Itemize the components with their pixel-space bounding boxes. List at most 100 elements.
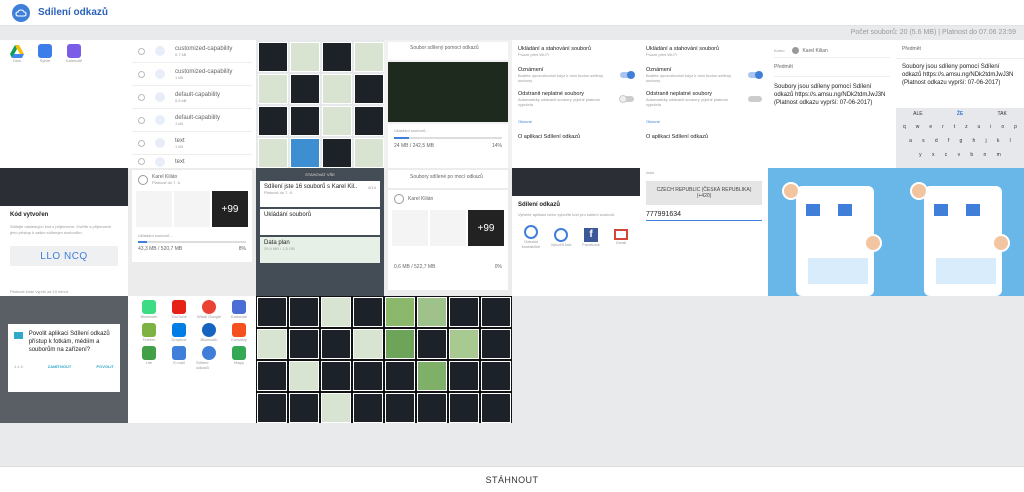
thumbnail-share-sheet[interactable]: Sdílení odkazů Vyberte aplikaci nebo vyt… (512, 168, 640, 296)
thumbnail-code-created[interactable]: Kód vytvořen Sdílejte následující kód s … (0, 168, 128, 296)
phone-input[interactable]: 777991634 (646, 209, 762, 221)
checkbox (138, 116, 145, 124)
thumbnail-photo-grid-mixed[interactable] (384, 296, 512, 423)
file-icon (155, 46, 165, 56)
share-info: Počet souborů: 20 (5.6 MB) | Platnost do… (851, 29, 1016, 36)
key-p[interactable]: p (1014, 124, 1017, 130)
key-m[interactable]: m (997, 152, 1001, 158)
key-h[interactable]: h (973, 138, 976, 144)
key-z[interactable]: z (965, 124, 968, 130)
notification-item[interactable]: Ukládání souborů (260, 209, 380, 235)
allow-button[interactable]: POVOLIT (96, 364, 114, 369)
key-x[interactable]: x (932, 152, 935, 158)
key-a[interactable]: a (909, 138, 912, 144)
share-app-contacts[interactable]: Odeslat kontaktům (518, 225, 544, 249)
avatar (138, 174, 148, 185)
video-preview (388, 62, 508, 122)
file-icon (155, 69, 165, 79)
thumbnail-permission-dialog[interactable]: Povolit aplikaci Sdílení odkazů přístup … (0, 296, 128, 423)
key-v[interactable]: v (958, 152, 961, 158)
share-app-facebook[interactable]: f Facebook (578, 227, 604, 247)
notification-toggle[interactable] (620, 71, 635, 79)
thumbnail-app-icons[interactable]: Disk Sylvie Kalendář (0, 40, 128, 168)
checkbox (138, 139, 145, 147)
key-w[interactable]: w (916, 124, 920, 130)
validity-date: Platnost do 07.06 23:59 (942, 29, 1016, 36)
file-item: default-capability 0,6 kB (132, 86, 252, 109)
key-d[interactable]: d (935, 138, 938, 144)
delete-toggle[interactable] (619, 95, 634, 103)
app-header: Sdílení odkazů (0, 0, 1024, 26)
thumbnail-email-compose[interactable]: Komu Karel Kilian Předmět Soubory jsou s… (768, 40, 896, 168)
key-e[interactable]: e (929, 124, 932, 130)
file-item: customized-capability 1 kB (132, 63, 252, 86)
share-app-code[interactable]: Vytvořit kód (548, 227, 574, 247)
facebook-icon: f (584, 227, 598, 242)
key-f[interactable]: f (948, 138, 949, 144)
file-count: Počet souborů: 20 (5.6 MB) (850, 29, 937, 36)
thumbnail-illustration-dup[interactable] (896, 168, 1024, 296)
file-icon (155, 156, 165, 167)
thumbnail-gallery-grid[interactable] (256, 40, 384, 168)
progress-bar (394, 137, 410, 139)
key-g[interactable]: g (960, 138, 963, 144)
checkbox (138, 93, 145, 101)
checkbox (138, 70, 145, 78)
link-icon (554, 227, 568, 242)
key-k[interactable]: k (997, 138, 1000, 144)
file-icon (155, 138, 165, 148)
key-l[interactable]: l (1010, 138, 1011, 144)
notification-item[interactable]: Data plan 39,9 MB / 1,5 GB (260, 237, 380, 263)
camera-icon (38, 44, 52, 58)
key-b[interactable]: b (970, 152, 973, 158)
key-n[interactable]: n (984, 152, 987, 158)
key-u[interactable]: u (978, 124, 981, 130)
thumbnail-grid: Disk Sylvie Kalendář customized-capabili… (0, 40, 1024, 423)
key-t[interactable]: t (954, 124, 955, 130)
thumbnail-file-list[interactable]: customized-capability 0,7 kB customized-c… (128, 40, 256, 168)
notification-toggle[interactable] (748, 71, 763, 79)
key-r[interactable]: r (942, 124, 944, 130)
thumbnail-download-card[interactable]: Karel Kilián Platnost do 7. 6. +99 Ukládá… (128, 168, 256, 296)
delete-toggle[interactable] (748, 96, 762, 102)
thumbnail-phone-entry[interactable]: číslo CZECH REPUBLIC (ČESKÁ REPUBLIKA) (… (640, 168, 768, 296)
file-icon (155, 115, 165, 125)
avatar (792, 47, 800, 54)
key-c[interactable]: c (945, 152, 948, 158)
key-i[interactable]: i (990, 124, 991, 130)
thumbnail-settings[interactable]: Ukládání a stahování souborů Pouze přes … (512, 40, 640, 168)
key-o[interactable]: o (1001, 124, 1004, 130)
file-item: text (132, 155, 252, 168)
info-separator: | (938, 29, 941, 36)
key-j[interactable]: j (986, 138, 987, 144)
thumbnail-email-keyboard[interactable]: Předmět Soubory jsou sdíleny pomocí Sdíl… (896, 40, 1024, 168)
share-code: LLO NCQ (10, 246, 118, 266)
thumbnail-shared-file[interactable]: Soubor sdílený pomocí odkazů Ukládání so… (384, 40, 512, 168)
thumbnail-settings-dup[interactable]: Ukládání a stahování souborů Pouze přes … (640, 40, 768, 168)
cloud-icon (12, 3, 30, 22)
drive-app: Disk (10, 44, 24, 63)
thumbnail-illustration[interactable] (768, 168, 896, 296)
checkbox (138, 158, 145, 165)
thumbnail-photo-grid-dark[interactable] (256, 296, 384, 423)
drive-icon (10, 44, 24, 58)
keyboard: ALE ŽE TAK qwertzuiop asdfghjkl yxcvbnm (896, 108, 1024, 168)
thumbnail-app-drawer[interactable]: Bluetooth YouTube Wiadl Google Kalendář … (128, 296, 256, 423)
app-title: Sdílení odkazů (38, 7, 109, 18)
key-s[interactable]: s (922, 138, 925, 144)
file-item: default-capability 1 kB (132, 109, 252, 132)
thumbnail-notifications[interactable]: STAHOVAT VŠE Sdílení jste 16 souborů s K… (256, 168, 384, 296)
download-button[interactable]: STÁHNOUT (486, 475, 539, 485)
country-select[interactable]: CZECH REPUBLIC (ČESKÁ REPUBLIKA) (+420) (646, 181, 762, 205)
video-icon (67, 44, 81, 58)
key-q[interactable]: q (903, 124, 906, 130)
thumbnail-shared-files-card[interactable]: Soubory sdílené po mocí odkazů Karel Kil… (384, 168, 512, 296)
deny-button[interactable]: ZAMÍTNOUT (48, 364, 72, 369)
checkbox (138, 47, 145, 55)
notification-item[interactable]: Sdílení jste 16 souborů s Karel Kil.. 8/1… (260, 181, 380, 207)
folder-icon (14, 332, 23, 339)
key-y[interactable]: y (919, 152, 922, 158)
gmail-icon (614, 229, 628, 240)
calendar-app: Kalendář (66, 44, 82, 63)
share-app-gmail[interactable]: Gmail (608, 229, 634, 245)
